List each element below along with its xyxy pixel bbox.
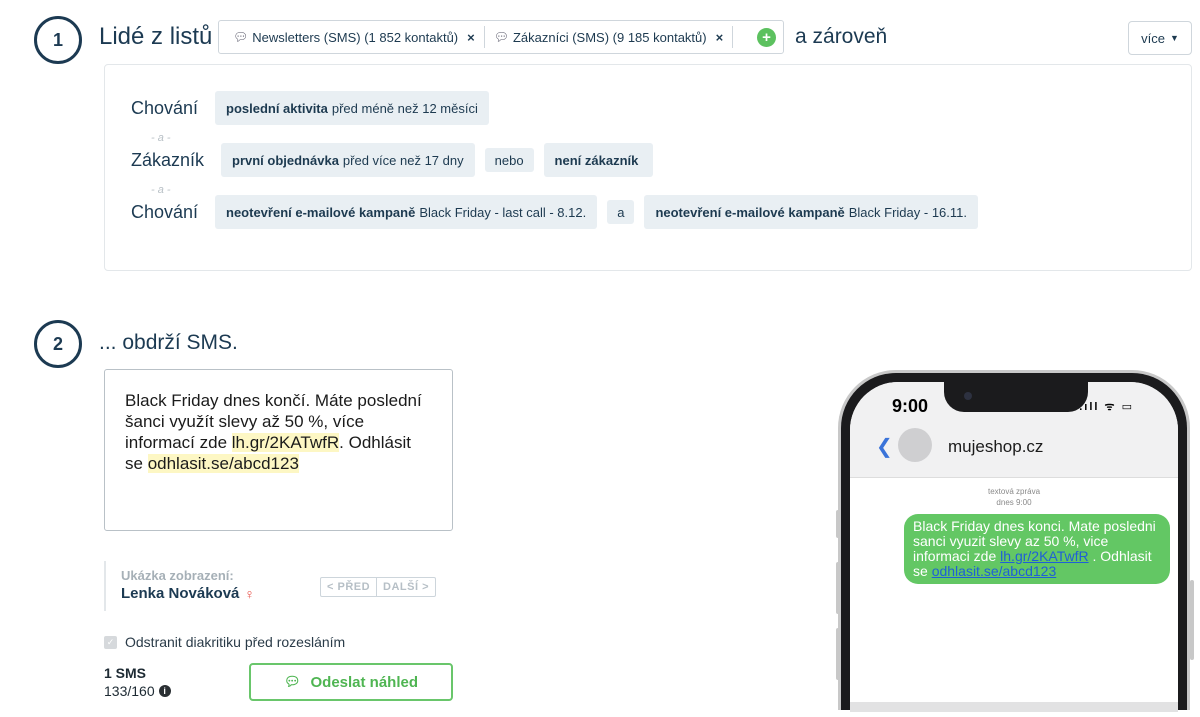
- step-2-number: 2: [34, 320, 82, 368]
- speech-bubble-icon: 💬︎: [493, 30, 509, 44]
- contact-name: mujeshop.cz: [948, 437, 1044, 456]
- remove-diacritics-label: Odstranit diakritiku před rozesláním: [125, 634, 346, 650]
- sms-link: lh.gr/2KATwfR: [231, 433, 340, 452]
- preview-pager: < PŘED DALŠÍ >: [320, 577, 437, 597]
- condition-chip[interactable]: neotevření e-mailové kampaně Black Frida…: [644, 195, 979, 229]
- chip-bold: neotevření e-mailové kampaně: [655, 204, 845, 220]
- info-icon[interactable]: i: [158, 685, 171, 697]
- phone-mockup: 9:00 .ıll ᯤ ▭ ❮ mujeshop.cz textová zprá…: [838, 370, 1190, 712]
- and-text: a zároveň: [795, 25, 888, 48]
- phone-notch: [944, 382, 1088, 412]
- conditions-panel: Chování poslední aktivita před méně než …: [104, 64, 1192, 271]
- list-tag: 💬︎ Zákazníci (SMS) (9 185 kontaktů): [494, 30, 707, 45]
- step-2-title: ... obdrží SMS.: [99, 331, 238, 354]
- list-tag-label: Zákazníci (SMS) (9 185 kontaktů): [512, 29, 707, 45]
- next-button[interactable]: DALŠÍ >: [377, 578, 435, 596]
- step-1-title: Lidé z listů: [99, 23, 213, 50]
- condition-category: Zákazník: [131, 149, 205, 170]
- sms-text-editor[interactable]: Black Friday dnes končí. Máte poslední š…: [104, 369, 453, 531]
- checkbox-checked-icon[interactable]: ✓: [104, 635, 117, 649]
- chip-text: Black Friday - last call - 8.12.: [419, 204, 587, 220]
- chip-text: Black Friday - 16.11.: [848, 204, 968, 220]
- char-count-row: 133/160 i: [104, 683, 171, 699]
- remove-list-button[interactable]: ×: [458, 30, 484, 45]
- status-icons: .ıll ᯤ ▭: [1079, 401, 1134, 413]
- status-time: 9:00: [892, 396, 929, 416]
- list-tag: 💬︎ Newsletters (SMS) (1 852 kontaktů): [233, 30, 458, 45]
- condition-chip[interactable]: poslední aktivita před méně než 12 měsíc…: [215, 91, 489, 125]
- message-time: dnes 9:00: [996, 498, 1032, 507]
- chip-bold: první objednávka: [232, 152, 339, 168]
- char-count: 133/160: [104, 683, 155, 699]
- chip-bold: poslední aktivita: [226, 100, 328, 116]
- message-type: textová zpráva: [987, 487, 1041, 496]
- speech-bubble-icon: 💬︎: [233, 30, 249, 44]
- condition-category: Chování: [131, 97, 199, 118]
- more-label: více: [1141, 30, 1165, 46]
- condition-chip[interactable]: neotevření e-mailové kampaně Black Frida…: [215, 195, 598, 229]
- condition-chip[interactable]: není zákazník: [543, 143, 654, 177]
- input-bar: [850, 702, 1178, 712]
- previous-button[interactable]: < PŘED: [321, 578, 378, 596]
- camera-dot: [964, 392, 972, 400]
- phone-side-button: [1190, 580, 1194, 660]
- back-chevron-icon: ❮: [876, 436, 893, 458]
- divider: [732, 26, 734, 48]
- chip-bold: není zákazník: [554, 152, 639, 168]
- speech-bubble-icon: 💬︎: [283, 674, 301, 689]
- divider: [483, 26, 485, 48]
- send-preview-label: Odeslat náhled: [310, 673, 419, 691]
- remove-diacritics-option[interactable]: ✓ Odstranit diakritiku před rozesláním: [104, 634, 345, 650]
- send-preview-button[interactable]: 💬︎ Odeslat náhled: [249, 663, 453, 701]
- chip-text: před méně než 12 měsíci: [331, 100, 478, 116]
- sms-counter: 1 SMS 133/160 i: [104, 665, 171, 699]
- list-selector[interactable]: 💬︎ Newsletters (SMS) (1 852 kontaktů) × …: [218, 20, 784, 54]
- add-list-icon[interactable]: +: [757, 28, 776, 47]
- message-link: lh.gr/2KATwfR: [1000, 548, 1089, 564]
- or-operator[interactable]: nebo: [484, 148, 534, 172]
- list-tag-label: Newsletters (SMS) (1 852 kontaktů): [252, 29, 459, 45]
- chip-bold: neotevření e-mailové kampaně: [226, 204, 416, 220]
- remove-list-button[interactable]: ×: [707, 30, 733, 45]
- step-1-number: 1: [34, 16, 82, 64]
- sms-unsubscribe-link: odhlasit.se/abcd123: [147, 454, 299, 473]
- condition-category: Chování: [131, 201, 199, 222]
- contact-avatar: [898, 428, 932, 462]
- condition-row: Chování poslední aktivita před méně než …: [131, 91, 489, 125]
- message-unsubscribe-link: odhlasit.se/abcd123: [931, 563, 1057, 579]
- more-dropdown-button[interactable]: více ▼: [1128, 21, 1192, 55]
- chip-text: před více než 17 dny: [342, 152, 464, 168]
- message-meta: textová zpráva dnes 9:00: [850, 486, 1178, 508]
- sms-count: 1 SMS: [104, 665, 147, 681]
- condition-chip[interactable]: první objednávka před více než 17 dny: [221, 143, 475, 177]
- phone-screen: 9:00 .ıll ᯤ ▭ ❮ mujeshop.cz textová zprá…: [850, 382, 1178, 712]
- caret-down-icon: ▼: [1169, 33, 1179, 43]
- message-bubble: Black Friday dnes konci. Mate posledni s…: [904, 514, 1170, 584]
- female-person-icon: ♀: [244, 585, 255, 602]
- condition-row: Zákazník první objednávka před více než …: [131, 143, 654, 177]
- condition-row: Chování neotevření e-mailové kampaně Bla…: [131, 195, 979, 229]
- and-operator[interactable]: a: [607, 200, 635, 224]
- recipient-name: Lenka Nováková: [121, 585, 240, 602]
